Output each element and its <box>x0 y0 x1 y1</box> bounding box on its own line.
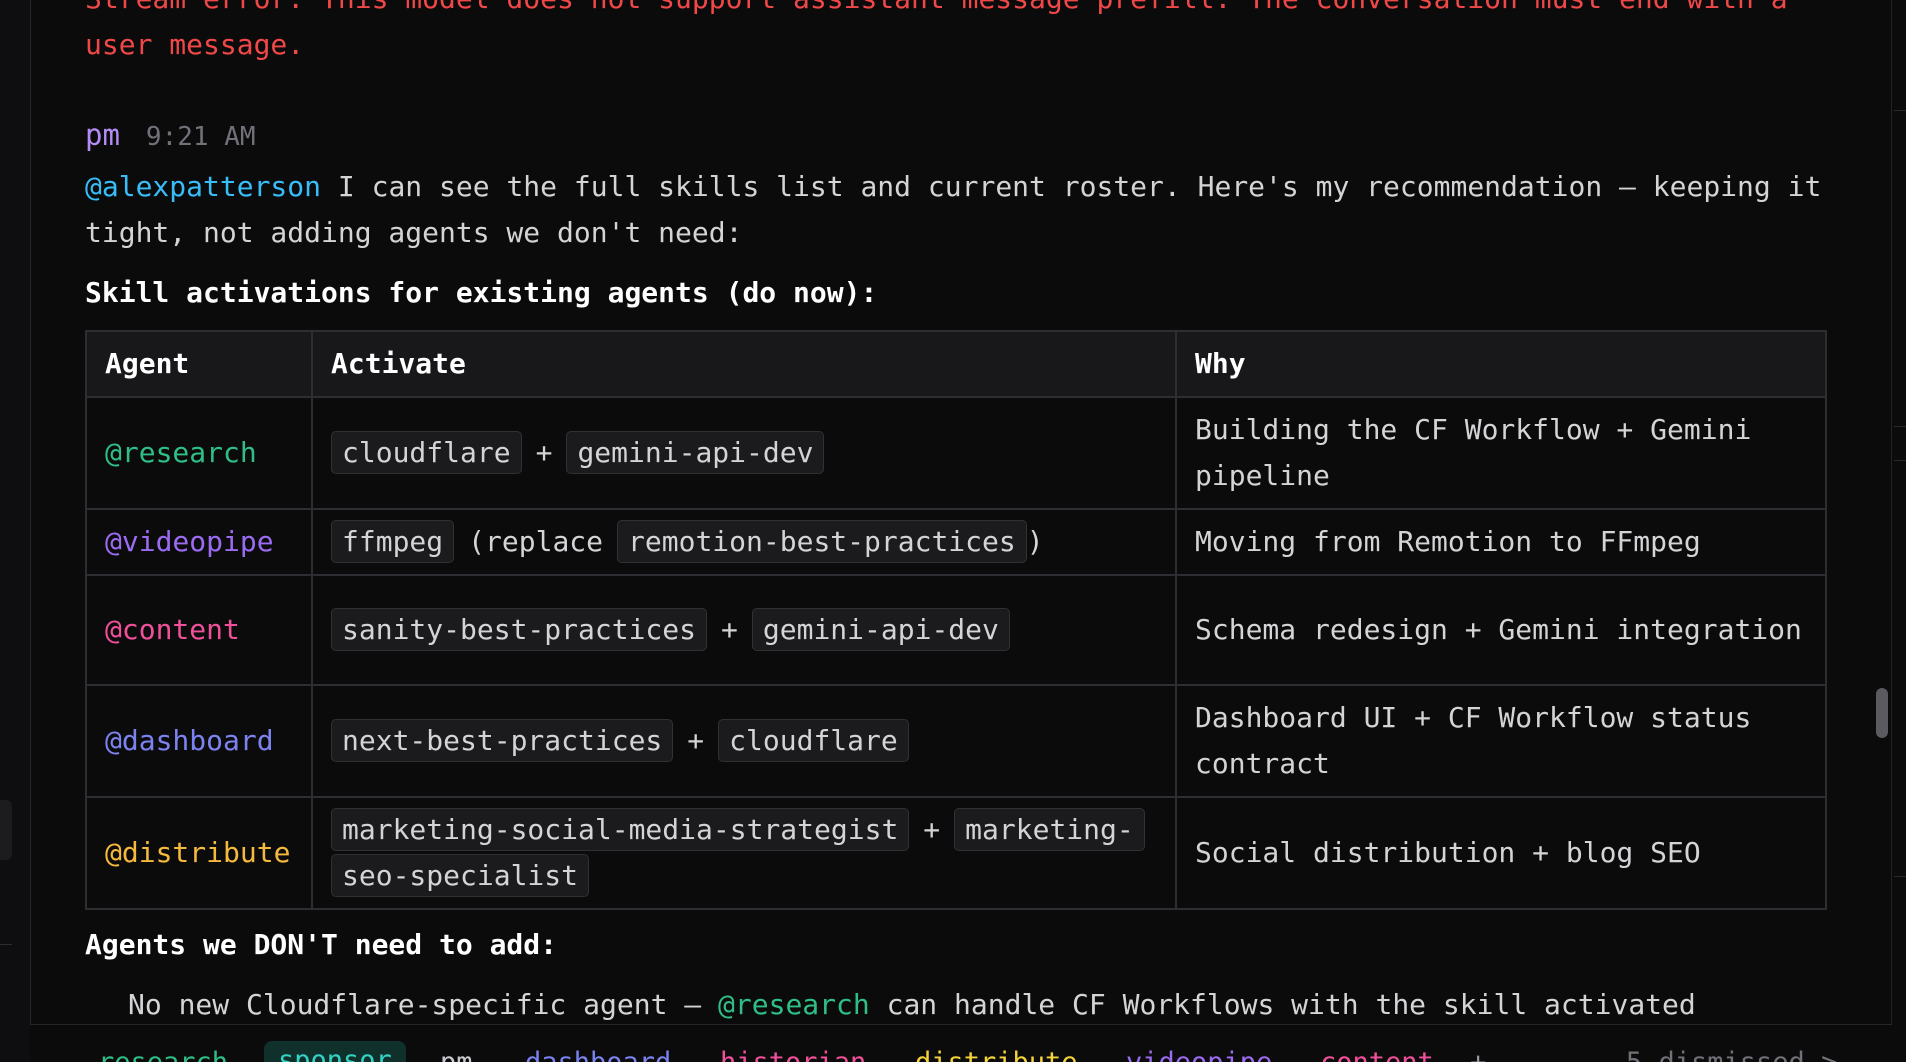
dismissed-agents-toggle[interactable]: 5 dismissed > <box>1626 1043 1837 1062</box>
why-cell: Dashboard UI + CF Workflow status contra… <box>1175 684 1827 798</box>
skill-chip: marketing-social-media-strategist <box>331 808 910 851</box>
message-header: pm 9:21 AM <box>85 112 256 158</box>
skill-chip: cloudflare <box>718 719 909 762</box>
tab-pm[interactable]: pm <box>440 1043 473 1062</box>
agent-cell: @distribute <box>85 796 313 910</box>
agent-tab-bar: research sponsor pm dashboard historian … <box>30 1024 1892 1062</box>
skill-chip: cloudflare <box>331 431 522 474</box>
plus-separator: + <box>721 613 738 646</box>
tab-research[interactable]: research <box>98 1043 228 1062</box>
tab-content[interactable]: content <box>1320 1043 1434 1062</box>
table-row: @research cloudflare + gemini-api-dev Buil… <box>85 396 1827 510</box>
table-header-row: Agent Activate Why <box>85 330 1827 398</box>
agent-cell: @dashboard <box>85 684 313 798</box>
agents-not-needed-heading: Agents we DON'T need to add: <box>85 928 558 961</box>
skill-chip: gemini-api-dev <box>566 431 825 474</box>
why-cell: Social distribution + blog SEO <box>1175 796 1827 910</box>
rail-divider <box>0 944 12 945</box>
scrollbar-thumb[interactable] <box>1876 688 1888 738</box>
rail-divider <box>1894 426 1906 427</box>
tab-sponsor[interactable]: sponsor <box>264 1041 406 1062</box>
skill-chip: next-best-practices <box>331 719 674 762</box>
skill-activations-heading: Skill activations for existing agents (d… <box>85 276 878 309</box>
activate-cell: ffmpeg (replace remotion-best-practices) <box>311 508 1177 576</box>
table-row: @dashboard next-best-practices + cloudflar… <box>85 684 1827 798</box>
activate-cell: sanity-best-practices + gemini-api-dev <box>311 574 1177 686</box>
column-header-why: Why <box>1175 330 1827 398</box>
rail-divider <box>1894 110 1906 111</box>
list-item-text: No new Cloudflare-specific agent — <box>128 988 719 1021</box>
rail-divider <box>1894 876 1906 877</box>
left-rail <box>0 0 31 1062</box>
why-cell: Schema redesign + Gemini integration <box>1175 574 1827 686</box>
tab-videopipe[interactable]: videopipe <box>1126 1043 1272 1062</box>
agent-mention-content[interactable]: @content <box>105 613 240 646</box>
activate-cell: next-best-practices + cloudflare <box>311 684 1177 798</box>
table-row: @content sanity-best-practices + gemini-ap… <box>85 574 1827 686</box>
message-author[interactable]: pm <box>85 112 120 158</box>
agent-mention-distribute[interactable]: @distribute <box>105 836 290 869</box>
activate-cell: cloudflare + gemini-api-dev <box>311 396 1177 510</box>
right-rail <box>1891 0 1906 1062</box>
skill-chip: ffmpeg <box>331 520 455 563</box>
tab-historian[interactable]: historian <box>720 1043 866 1062</box>
message-body: @alexpatterson I can see the full skills… <box>85 164 1825 256</box>
plus-separator: + <box>923 813 941 846</box>
why-cell: Moving from Remotion to FFmpeg <box>1175 508 1827 576</box>
list-item: No new Cloudflare-specific agent — @rese… <box>128 982 1828 1028</box>
tab-distribute[interactable]: distribute <box>915 1043 1078 1062</box>
agent-cell: @videopipe <box>85 508 313 576</box>
add-agent-button[interactable]: + <box>1470 1043 1486 1062</box>
table-row: @videopipe ffmpeg (replace remotion-best-p… <box>85 508 1827 576</box>
replace-note: (replace <box>468 525 604 558</box>
plus-separator: + <box>687 724 705 757</box>
agent-mention-research[interactable]: @research <box>105 436 257 469</box>
agent-mention-videopipe[interactable]: @videopipe <box>105 525 274 558</box>
agent-cell: @research <box>85 396 313 510</box>
sidebar-collapse-handle[interactable] <box>0 800 12 860</box>
why-cell: Building the CF Workflow + Gemini pipeli… <box>1175 396 1827 510</box>
agent-mention-research[interactable]: @research <box>718 988 870 1021</box>
agent-cell: @content <box>85 574 313 686</box>
user-mention[interactable]: @alexpatterson <box>85 170 321 203</box>
table-row: @distribute marketing-social-media-strat… <box>85 796 1827 910</box>
column-header-activate: Activate <box>311 330 1177 398</box>
skill-chip: remotion-best-practices <box>617 520 1027 563</box>
plus-separator: + <box>535 436 553 469</box>
list-item-text: can handle CF Workflows with the skill a… <box>869 988 1696 1021</box>
skill-chip: sanity-best-practices <box>331 608 708 651</box>
agent-mention-dashboard[interactable]: @dashboard <box>105 724 274 757</box>
column-header-agent: Agent <box>85 330 313 398</box>
message-timestamp: 9:21 AM <box>145 122 256 152</box>
rail-divider <box>1894 460 1906 461</box>
skill-activations-table: Agent Activate Why @research cloudflare +… <box>85 330 1827 910</box>
replace-note-close: ) <box>1026 525 1044 558</box>
tab-dashboard[interactable]: dashboard <box>525 1043 671 1062</box>
skill-chip: gemini-api-dev <box>751 608 1010 651</box>
stream-error-message: Stream error: This model does not suppor… <box>85 0 1788 61</box>
message-intro-text: I can see the full skills list and curre… <box>85 170 1822 249</box>
activate-cell: marketing-social-media-strategist + market… <box>311 796 1177 910</box>
